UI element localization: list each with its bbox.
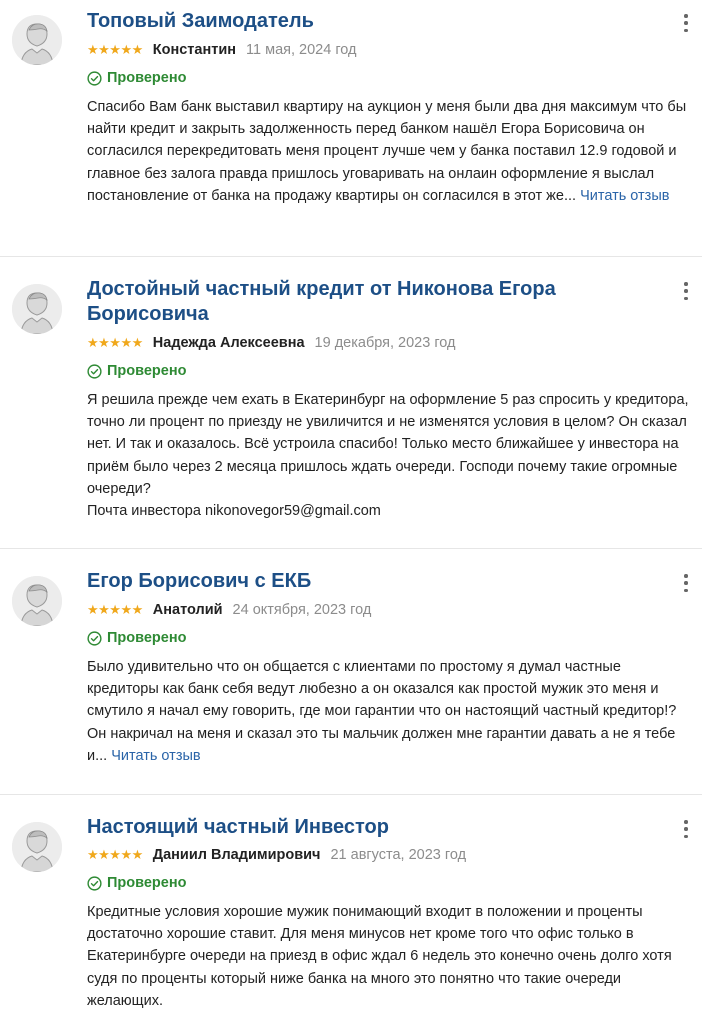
review-card: Топовый Заимодатель ★★★★★ Константин 11 … (0, 0, 702, 257)
review-author: Надежда Алексеевна (152, 335, 305, 351)
review-meta: ★★★★★ Даниил Владимирович 21 августа, 20… (87, 845, 466, 865)
review-title[interactable]: Достойный частный кредит от Никонова Его… (87, 277, 662, 327)
rating-stars: ★★★★★ (87, 42, 143, 58)
rating-stars: ★★★★★ (87, 847, 143, 863)
check-circle-icon (87, 363, 102, 379)
more-options-icon[interactable] (682, 13, 690, 33)
review-date: 21 августа, 2023 год (330, 847, 467, 863)
verified-label: Проверено (107, 70, 187, 86)
review-card: Егор Борисович с ЕКБ ★★★★★ Анатолий 24 о… (0, 549, 702, 795)
check-circle-icon (87, 630, 102, 646)
check-circle-icon (87, 70, 102, 86)
read-review-link[interactable]: Читать отзыв (111, 748, 200, 764)
avatar (12, 822, 62, 872)
verified-label: Проверено (107, 363, 187, 379)
avatar (12, 284, 62, 334)
review-meta: ★★★★★ Константин 11 мая, 2024 год (87, 40, 357, 60)
review-date: 24 октября, 2023 год (232, 602, 372, 618)
review-author: Анатолий (152, 602, 223, 618)
review-author: Константин (152, 42, 237, 58)
more-options-icon[interactable] (682, 281, 690, 301)
user-placeholder-icon (12, 15, 62, 65)
rating-stars: ★★★★★ (87, 335, 143, 351)
verified-badge: Проверено (87, 68, 186, 88)
review-body: Я решила прежде чем ехать в Екатеринбург… (87, 392, 689, 497)
user-placeholder-icon (12, 822, 62, 872)
more-options-icon[interactable] (682, 573, 690, 593)
rating-stars: ★★★★★ (87, 602, 143, 618)
review-text: Кредитные условия хорошие мужик понимающ… (87, 901, 690, 1012)
review-text: Я решила прежде чем ехать в Екатеринбург… (87, 389, 690, 522)
verified-badge: Проверено (87, 873, 186, 893)
review-meta: ★★★★★ Надежда Алексеевна 19 декабря, 202… (87, 333, 456, 353)
verified-label: Проверено (107, 630, 187, 646)
review-meta: ★★★★★ Анатолий 24 октября, 2023 год (87, 600, 371, 620)
read-review-link[interactable]: Читать отзыв (580, 188, 669, 204)
review-text: Спасибо Вам банк выставил квартиру на ау… (87, 96, 690, 207)
more-options-icon[interactable] (682, 819, 690, 839)
check-circle-icon (87, 875, 102, 891)
review-card: Настоящий частный Инвестор ★★★★★ Даниил … (0, 795, 702, 1034)
review-date: 11 мая, 2024 год (246, 42, 357, 58)
user-placeholder-icon (12, 576, 62, 626)
review-title[interactable]: Егор Борисович с ЕКБ (87, 569, 662, 594)
review-text: Было удивительно что он общается с клиен… (87, 656, 690, 767)
user-placeholder-icon (12, 284, 62, 334)
avatar (12, 15, 62, 65)
review-title[interactable]: Топовый Заимодатель (87, 9, 662, 34)
review-date: 19 декабря, 2023 год (314, 335, 456, 351)
review-title[interactable]: Настоящий частный Инвестор (87, 815, 662, 840)
review-author: Даниил Владимирович (152, 847, 321, 863)
review-contact: Почта инвестора nikonovegor59@gmail.com (87, 503, 381, 520)
avatar (12, 576, 62, 626)
review-body: Кредитные условия хорошие мужик понимающ… (87, 904, 672, 1009)
verified-label: Проверено (107, 875, 187, 891)
review-card: Достойный частный кредит от Никонова Его… (0, 257, 702, 549)
verified-badge: Проверено (87, 361, 186, 381)
verified-badge: Проверено (87, 628, 186, 648)
